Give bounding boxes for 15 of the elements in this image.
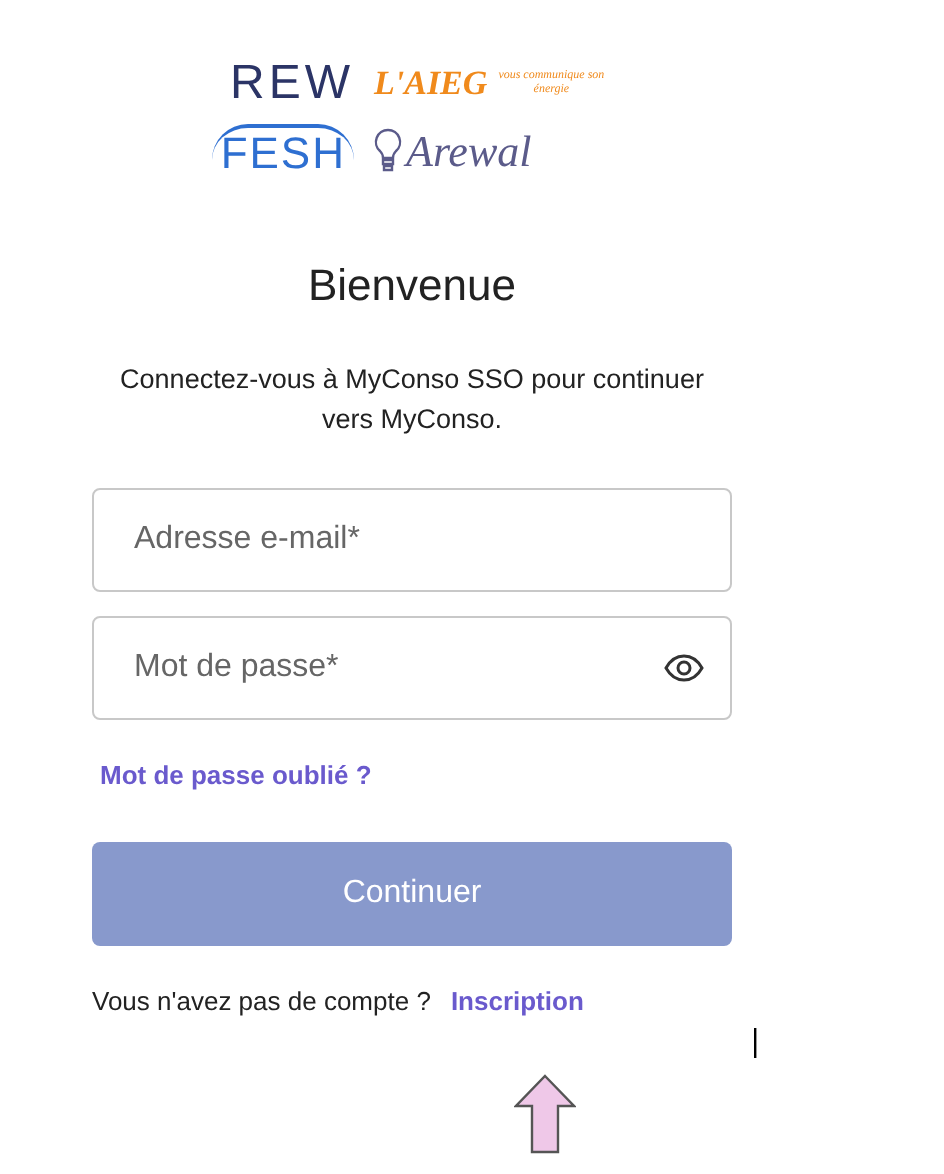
up-arrow-icon xyxy=(514,1074,576,1154)
password-field[interactable]: Mot de passe* xyxy=(92,616,732,721)
forgot-password-link[interactable]: Mot de passe oublié ? xyxy=(100,760,372,791)
text-cursor-icon xyxy=(752,1028,758,1058)
page-title: Bienvenue xyxy=(308,260,516,312)
signup-prompt: Vous n'avez pas de compte ? xyxy=(92,986,431,1017)
rew-logo: REW xyxy=(230,56,354,112)
signup-link[interactable]: Inscription xyxy=(450,986,584,1017)
arewal-logo: Arewal xyxy=(406,126,532,178)
aieg-logo: L'AIEG xyxy=(374,64,488,104)
fesh-logo: FESH xyxy=(212,124,354,180)
bulb-icon xyxy=(374,128,402,176)
intro-text: Connectez-vous à MyConso SSO pour continuer vers MyConso. xyxy=(118,362,706,438)
eye-icon[interactable] xyxy=(664,654,704,683)
email-field[interactable]: Adresse e-mail* xyxy=(92,488,732,593)
